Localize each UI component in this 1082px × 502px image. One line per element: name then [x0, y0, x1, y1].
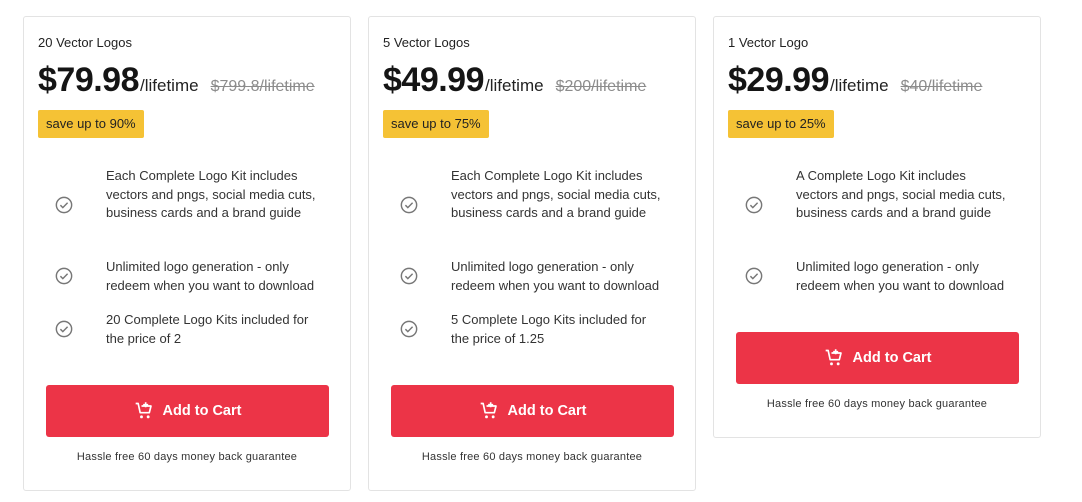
price: $79.98: [38, 61, 140, 99]
savings-badge: save up to 90%: [38, 110, 144, 138]
check-circle-icon: [55, 320, 73, 338]
feature-text: Unlimited logo generation - only redeem …: [451, 259, 660, 293]
check-circle-icon: [55, 196, 73, 214]
price-period: /lifetime: [140, 76, 199, 95]
price-period: /lifetime: [485, 76, 544, 95]
plan-name: 5 Vector Logos: [383, 35, 470, 50]
plan-name: 1 Vector Logo: [728, 35, 809, 50]
feature-text: Each Complete Logo Kit includes vectors …: [106, 168, 316, 220]
price: $49.99: [383, 61, 485, 99]
feature-text: Each Complete Logo Kit includes vectors …: [451, 168, 661, 220]
check-circle-icon: [400, 320, 418, 338]
add-to-cart-label: Add to Cart: [162, 403, 242, 419]
cart-plus-icon: [135, 402, 152, 419]
pricing-card-20-logos: 20 Vector Logos $79.98 /lifetime $799.8/…: [23, 16, 351, 491]
feature-text: Unlimited logo generation - only redeem …: [106, 259, 315, 293]
pricing-card-5-logos: 5 Vector Logos $49.99 /lifetime $200/lif…: [368, 16, 696, 491]
original-price: $200/lifetime: [555, 78, 647, 95]
savings-badge: save up to 25%: [728, 110, 834, 138]
add-to-cart-button[interactable]: Add to Cart: [391, 385, 674, 437]
guarantee-text: Hassle free 60 days money back guarantee: [766, 398, 988, 410]
check-circle-icon: [400, 267, 418, 285]
original-price: $40/lifetime: [900, 78, 983, 95]
check-circle-icon: [55, 267, 73, 285]
plan-name: 20 Vector Logos: [38, 35, 132, 50]
feature-text: Unlimited logo generation - only redeem …: [796, 259, 1005, 293]
add-to-cart-button[interactable]: Add to Cart: [736, 332, 1019, 384]
guarantee-text: Hassle free 60 days money back guarantee: [421, 451, 643, 463]
price-row: $29.99 /lifetime $40/lifetime: [728, 61, 982, 100]
price-row: $49.99 /lifetime $200/lifetime: [383, 61, 646, 100]
pricing-card-1-logo: 1 Vector Logo $29.99 /lifetime $40/lifet…: [713, 16, 1041, 438]
original-price: $799.8/lifetime: [210, 78, 315, 95]
price: $29.99: [728, 61, 830, 99]
check-circle-icon: [745, 196, 763, 214]
add-to-cart-label: Add to Cart: [507, 403, 587, 419]
cart-plus-icon: [825, 349, 842, 366]
add-to-cart-label: Add to Cart: [852, 350, 932, 366]
feature-text: A Complete Logo Kit includes vectors and…: [796, 168, 1006, 220]
feature-text: 5 Complete Logo Kits included for the pr…: [451, 312, 647, 346]
guarantee-text: Hassle free 60 days money back guarantee: [76, 451, 298, 463]
check-circle-icon: [745, 267, 763, 285]
price-period: /lifetime: [830, 76, 889, 95]
savings-badge: save up to 75%: [383, 110, 489, 138]
add-to-cart-button[interactable]: Add to Cart: [46, 385, 329, 437]
feature-text: 20 Complete Logo Kits included for the p…: [106, 312, 309, 346]
check-circle-icon: [400, 196, 418, 214]
price-row: $79.98 /lifetime $799.8/lifetime: [38, 61, 315, 100]
cart-plus-icon: [480, 402, 497, 419]
